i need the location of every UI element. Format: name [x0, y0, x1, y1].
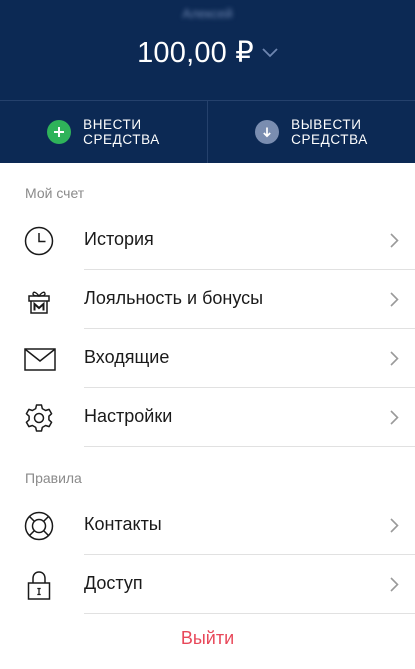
deposit-label: ВНЕСТИ СРЕДСТВА	[83, 117, 160, 147]
section-title-rules: Правила	[25, 470, 82, 486]
withdraw-button[interactable]: ВЫВЕСТИ СРЕДСТВА	[207, 101, 415, 163]
withdraw-label: ВЫВЕСТИ СРЕДСТВА	[291, 117, 368, 147]
balance-selector[interactable]: 100,00 ₽	[0, 32, 415, 72]
divider	[84, 613, 415, 614]
chevron-down-icon	[262, 45, 278, 63]
plus-icon	[47, 120, 72, 144]
divider	[84, 446, 415, 447]
menu-item-access[interactable]: Доступ	[0, 555, 415, 614]
menu-item-label: Контакты	[84, 514, 162, 534]
menu-item-inbox[interactable]: Входящие	[0, 329, 415, 388]
chevron-right-icon	[390, 292, 399, 312]
menu-item-label: Доступ	[84, 573, 143, 593]
menu-item-settings[interactable]: Настройки	[0, 388, 415, 447]
section-title-account: Мой счет	[25, 185, 85, 201]
menu-item-label: Лояльность и бонусы	[84, 288, 264, 308]
username: Алексей	[182, 6, 233, 21]
envelope-icon	[24, 344, 56, 374]
account-header: Алексей 100,00 ₽	[0, 0, 415, 100]
menu-item-history[interactable]: История	[0, 211, 415, 270]
gear-icon	[24, 403, 54, 433]
funds-actions: ВНЕСТИ СРЕДСТВА ВЫВЕСТИ СРЕДСТВА	[0, 100, 415, 163]
chevron-right-icon	[390, 233, 399, 253]
lifebuoy-icon	[24, 511, 54, 541]
clock-icon	[24, 226, 54, 256]
balance-amount: 100,00 ₽	[137, 36, 254, 69]
menu-item-loyalty[interactable]: Лояльность и бонусы	[0, 270, 415, 329]
menu-item-label: История	[84, 229, 154, 249]
chevron-right-icon	[390, 410, 399, 430]
menu-item-contacts[interactable]: Контакты	[0, 496, 415, 555]
chevron-right-icon	[390, 518, 399, 538]
lock-icon	[24, 570, 54, 600]
chevron-right-icon	[390, 577, 399, 597]
menu-item-label: Настройки	[84, 406, 173, 426]
menu-item-label: Входящие	[84, 347, 170, 367]
deposit-button[interactable]: ВНЕСТИ СРЕДСТВА	[0, 101, 207, 163]
chevron-right-icon	[390, 351, 399, 371]
gift-icon	[24, 285, 54, 315]
logout-button[interactable]: Выйти	[0, 628, 415, 649]
arrow-down-icon	[255, 120, 280, 144]
